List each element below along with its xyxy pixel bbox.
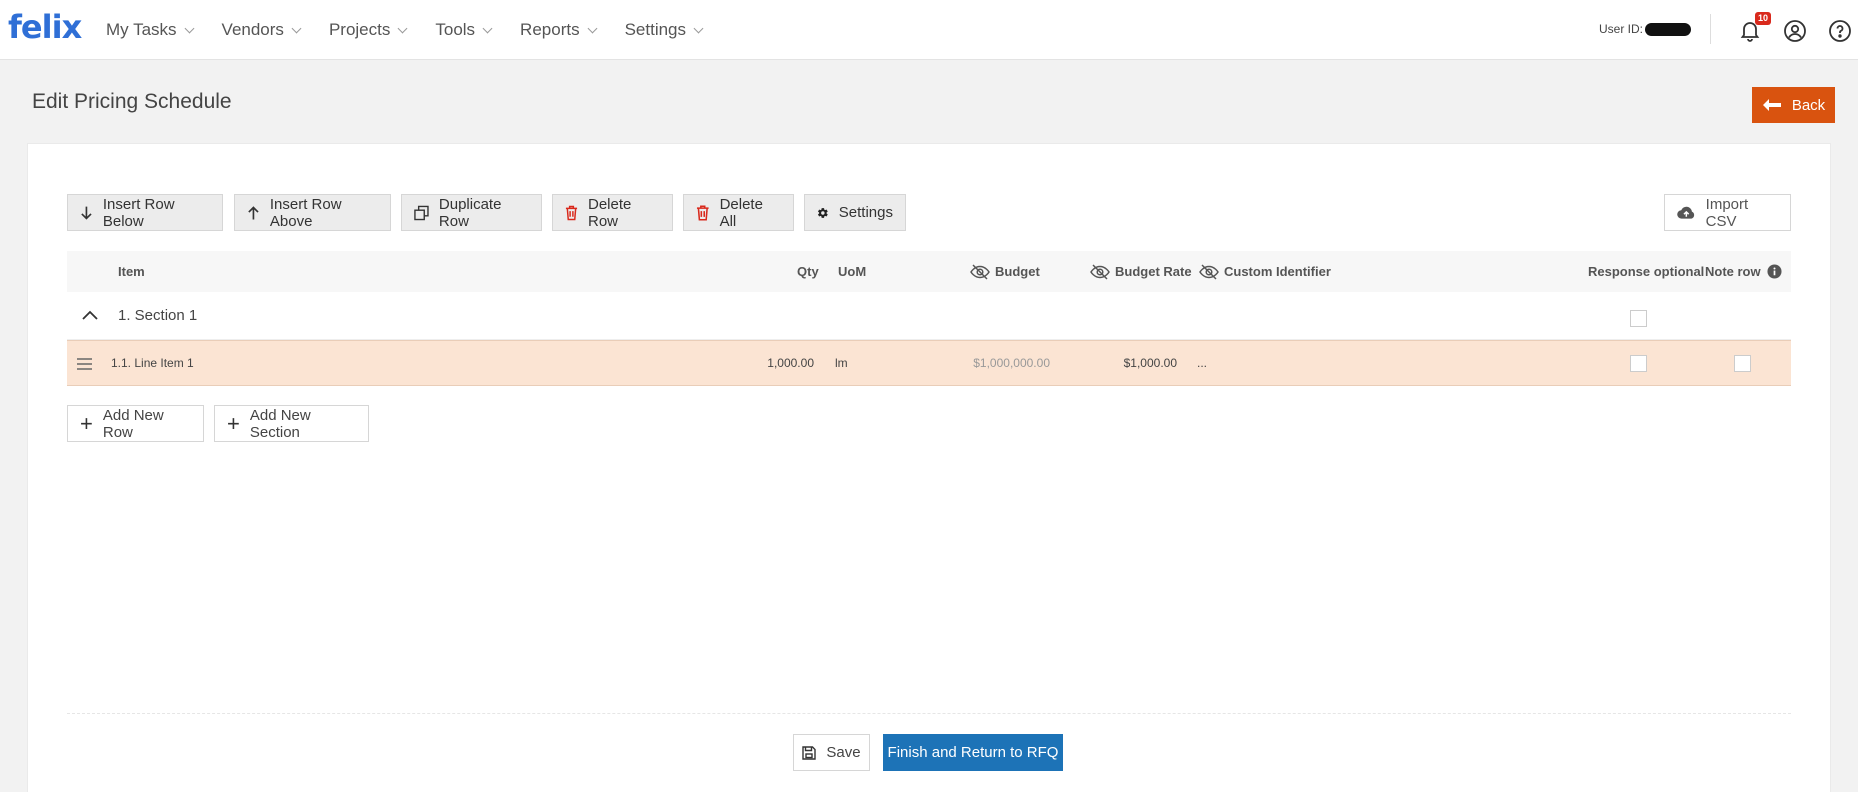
chevron-down-icon	[397, 23, 408, 33]
button-label: Delete Row	[588, 195, 632, 230]
save-icon	[802, 745, 817, 760]
cell-item[interactable]: 1.1. Line Item 1	[111, 356, 194, 370]
button-label: Duplicate Row	[438, 195, 502, 230]
nav-label: Reports	[520, 20, 580, 39]
section-response-optional-checkbox[interactable]	[1630, 310, 1647, 327]
import-csv-button[interactable]: Import CSV	[1664, 194, 1791, 231]
settings-button[interactable]: Settings	[804, 194, 906, 231]
cell-qty[interactable]: 1,000.00	[743, 356, 814, 370]
header-budget-rate[interactable]: Budget Rate	[1090, 251, 1192, 292]
nav-vendors[interactable]: Vendors	[221, 20, 302, 40]
drag-handle-icon[interactable]	[77, 358, 92, 370]
main-nav: My Tasks Vendors Projects Tools Reports …	[106, 0, 731, 60]
top-navbar: felix My Tasks Vendors Projects Tools Re…	[0, 0, 1858, 60]
button-label: Insert Row Above	[269, 195, 342, 230]
back-button[interactable]: Back	[1752, 87, 1835, 123]
nav-settings[interactable]: Settings	[624, 20, 704, 40]
eye-slash-icon	[1090, 263, 1110, 280]
nav-projects[interactable]: Projects	[328, 20, 408, 40]
help-icon[interactable]	[1828, 19, 1852, 43]
trash-icon	[696, 204, 709, 221]
nav-tools[interactable]: Tools	[435, 20, 493, 40]
chevron-down-icon	[587, 23, 598, 33]
header-label: Budget	[995, 264, 1040, 279]
cell-uom[interactable]: lm	[835, 356, 848, 370]
divider	[1710, 14, 1711, 44]
header-item: Item	[118, 264, 145, 279]
arrow-down-icon	[81, 206, 92, 220]
header-budget[interactable]: Budget	[970, 251, 1040, 292]
button-label: Add New Row	[102, 406, 164, 441]
back-label: Back	[1791, 96, 1826, 114]
add-new-row-button[interactable]: + Add New Row	[67, 405, 204, 442]
table-row[interactable]: 1.1. Line Item 1 1,000.00 lm $1,000,000.…	[67, 340, 1791, 386]
gear-icon	[818, 207, 828, 218]
button-label: Insert Row Below	[102, 195, 175, 230]
pricing-schedule-card	[27, 143, 1831, 792]
header-uom: UoM	[838, 264, 867, 279]
section-row: 1. Section 1	[67, 292, 1791, 340]
nav-label: Vendors	[221, 20, 284, 39]
button-label: Add New Section	[249, 406, 311, 441]
header-label: Note row	[1705, 264, 1761, 279]
cell-budget-rate[interactable]: $1,000.00	[1067, 356, 1177, 370]
add-new-section-button[interactable]: + Add New Section	[214, 405, 369, 442]
button-label: Import CSV	[1705, 195, 1749, 230]
cloud-upload-icon	[1677, 206, 1695, 219]
trash-icon	[565, 205, 578, 220]
cell-custom-identifier[interactable]: ...	[1197, 356, 1207, 370]
insert-row-below-button[interactable]: Insert Row Below	[67, 194, 223, 231]
chevron-up-icon[interactable]	[82, 310, 98, 320]
button-label: Settings	[838, 204, 893, 221]
nav-my-tasks[interactable]: My Tasks	[106, 20, 194, 40]
nav-label: Tools	[435, 20, 476, 39]
button-label: Save	[826, 744, 861, 761]
nav-label: Projects	[328, 20, 391, 39]
nav-label: Settings	[624, 20, 687, 39]
finish-and-return-button[interactable]: Finish and Return to RFQ	[883, 734, 1063, 771]
plus-icon: +	[80, 410, 93, 436]
delete-all-button[interactable]: Delete All	[683, 194, 794, 231]
plus-icon: +	[227, 410, 240, 436]
table-header: Item Qty UoM Budget Budget Rate Custom I…	[67, 251, 1791, 292]
header-note-row: Note row	[1705, 251, 1782, 292]
info-icon[interactable]	[1767, 264, 1782, 279]
arrow-up-icon	[248, 205, 259, 219]
duplicate-row-button[interactable]: Duplicate Row	[401, 194, 542, 231]
header-label: Budget Rate	[1115, 264, 1192, 279]
delete-row-button[interactable]: Delete Row	[552, 194, 673, 231]
nav-reports[interactable]: Reports	[520, 20, 598, 40]
button-label: Delete All	[719, 195, 763, 230]
eye-slash-icon	[1199, 263, 1219, 280]
user-id-label: User ID:	[1599, 22, 1644, 36]
note-row-checkbox[interactable]	[1734, 355, 1751, 372]
divider	[67, 713, 1791, 714]
page-title: Edit Pricing Schedule	[32, 90, 232, 113]
chevron-down-icon	[184, 23, 194, 33]
eye-slash-icon	[970, 263, 990, 280]
header-custom-identifier[interactable]: Custom Identifier	[1199, 251, 1331, 292]
notification-badge: 10	[1755, 12, 1772, 25]
header-response-optional: Response optional	[1588, 264, 1705, 279]
arrow-left-icon	[1762, 99, 1781, 111]
chevron-down-icon	[482, 23, 493, 33]
chevron-down-icon	[693, 23, 704, 33]
redacted-user-id	[1645, 22, 1692, 36]
insert-row-above-button[interactable]: Insert Row Above	[234, 194, 391, 231]
user-id: User ID:	[1599, 22, 1692, 36]
section-label[interactable]: 1. Section 1	[118, 307, 197, 324]
cell-budget[interactable]: $1,000,000.00	[927, 356, 1050, 370]
header-qty: Qty	[797, 264, 819, 279]
response-optional-checkbox[interactable]	[1630, 355, 1647, 372]
user-icon[interactable]	[1783, 19, 1807, 43]
chevron-down-icon	[291, 23, 302, 33]
save-button[interactable]: Save	[793, 734, 870, 771]
felix-logo[interactable]: felix	[8, 8, 82, 46]
copy-icon	[414, 205, 429, 220]
nav-label: My Tasks	[106, 20, 177, 39]
header-label: Custom Identifier	[1224, 264, 1331, 279]
